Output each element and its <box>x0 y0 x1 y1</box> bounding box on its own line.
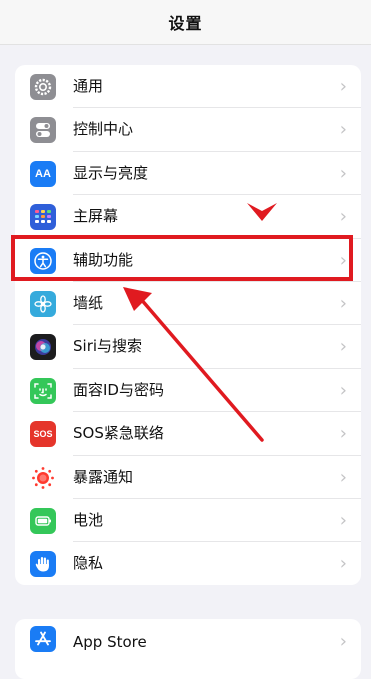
settings-item-faceid-passcode[interactable]: 面容ID与密码 › <box>15 369 361 413</box>
settings-item-label: 面容ID与密码 <box>73 380 164 399</box>
settings-group-main: 通用 › 控制中心 › AA 显示与亮度 › 主屏幕 › 辅助功能 › 墙纸 ›… <box>15 65 361 585</box>
hand-icon <box>30 551 56 578</box>
settings-item-app-store[interactable]: App Store › <box>15 619 361 665</box>
gear-icon <box>30 74 56 100</box>
settings-item-emergency-sos[interactable]: SOS SOS紧急联络 › <box>15 412 361 456</box>
chevron-right-icon: › <box>339 423 347 445</box>
chevron-right-icon: › <box>339 553 347 575</box>
nav-bar: 设置 <box>0 0 371 45</box>
chevron-right-icon: › <box>339 206 347 228</box>
chevron-right-icon: › <box>339 379 347 401</box>
settings-group-store: App Store › <box>15 619 361 679</box>
battery-icon <box>30 507 56 534</box>
chevron-right-icon: › <box>339 292 347 314</box>
aa-icon: AA <box>30 160 56 187</box>
settings-item-label: Siri与搜索 <box>73 337 143 356</box>
settings-item-exposure-notifications[interactable]: 暴露通知 › <box>15 456 361 499</box>
highlight-box <box>11 235 353 281</box>
settings-item-label: 隐私 <box>73 554 104 573</box>
chevron-right-icon: › <box>339 466 347 488</box>
chevron-right-icon: › <box>339 631 347 652</box>
chevron-right-icon: › <box>339 76 347 97</box>
exposure-icon <box>30 464 56 491</box>
settings-item-label: 通用 <box>73 77 104 95</box>
settings-item-label: App Store <box>73 633 147 651</box>
settings-item-control-center[interactable]: 控制中心 › <box>15 108 361 152</box>
settings-item-label: 暴露通知 <box>73 467 134 486</box>
settings-item-siri-search[interactable]: Siri与搜索 › <box>15 325 361 369</box>
settings-item-label: SOS紧急联络 <box>73 424 164 443</box>
settings-item-label: 电池 <box>73 510 104 529</box>
toggles-icon <box>30 117 56 144</box>
settings-item-label: 墙纸 <box>73 293 104 312</box>
settings-item-label: 主屏幕 <box>73 207 119 226</box>
settings-item-general[interactable]: 通用 › <box>15 65 361 109</box>
chevron-right-icon: › <box>339 119 347 141</box>
settings-item-privacy[interactable]: 隐私 › <box>15 542 361 585</box>
sos-icon: SOS <box>30 421 56 448</box>
chevron-right-icon: › <box>339 336 347 358</box>
settings-item-home-screen[interactable]: 主屏幕 › <box>15 195 361 239</box>
app-store-icon <box>30 626 56 652</box>
settings-item-label: 控制中心 <box>73 120 134 139</box>
chevron-right-icon: › <box>339 509 347 531</box>
flower-icon <box>30 290 56 317</box>
chevron-right-icon: › <box>339 162 347 184</box>
settings-item-wallpaper[interactable]: 墙纸 › <box>15 282 361 326</box>
settings-item-display-brightness[interactable]: AA 显示与亮度 › <box>15 152 361 196</box>
siri-icon <box>30 334 56 361</box>
page-title: 设置 <box>168 14 203 33</box>
faceid-icon <box>30 377 56 404</box>
home-grid-icon <box>30 204 56 231</box>
settings-item-battery[interactable]: 电池 › <box>15 499 361 543</box>
settings-item-label: 显示与亮度 <box>73 163 149 182</box>
